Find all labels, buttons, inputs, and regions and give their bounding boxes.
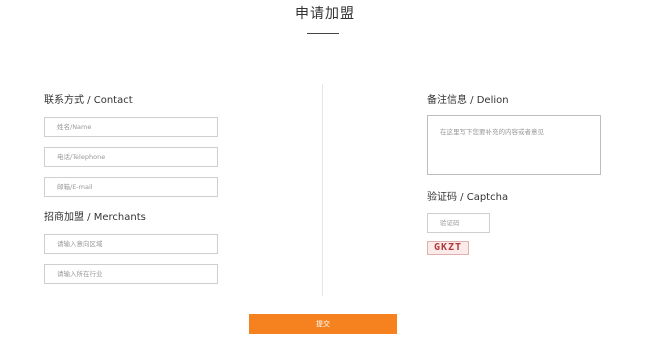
column-divider bbox=[322, 84, 323, 296]
remarks-section-label: 备注信息 / Delion bbox=[427, 95, 509, 106]
email-input[interactable]: 邮箱/E-mail bbox=[44, 177, 218, 197]
captcha-input[interactable]: 验证码 bbox=[427, 213, 490, 233]
submit-button[interactable]: 提交 bbox=[249, 314, 397, 334]
name-input[interactable]: 姓名/Name bbox=[44, 117, 218, 137]
title-underline bbox=[307, 33, 339, 34]
industry-input[interactable]: 请输入所在行业 bbox=[44, 264, 218, 284]
captcha-image[interactable]: GKZT bbox=[427, 241, 469, 255]
phone-input[interactable]: 电话/Telephone bbox=[44, 147, 218, 167]
page-title: 申请加盟 bbox=[295, 6, 355, 22]
region-input[interactable]: 请输入意向区域 bbox=[44, 234, 218, 254]
join-application-page: 申请加盟 联系方式 / Contact 姓名/Name 电话/Telephone… bbox=[0, 0, 650, 355]
merchants-section-label: 招商加盟 / Merchants bbox=[44, 212, 146, 223]
remarks-textarea[interactable]: 在这里写下您要补充的内容或者意见 bbox=[427, 115, 601, 175]
captcha-section-label: 验证码 / Captcha bbox=[427, 192, 509, 203]
contact-section-label: 联系方式 / Contact bbox=[44, 95, 133, 106]
